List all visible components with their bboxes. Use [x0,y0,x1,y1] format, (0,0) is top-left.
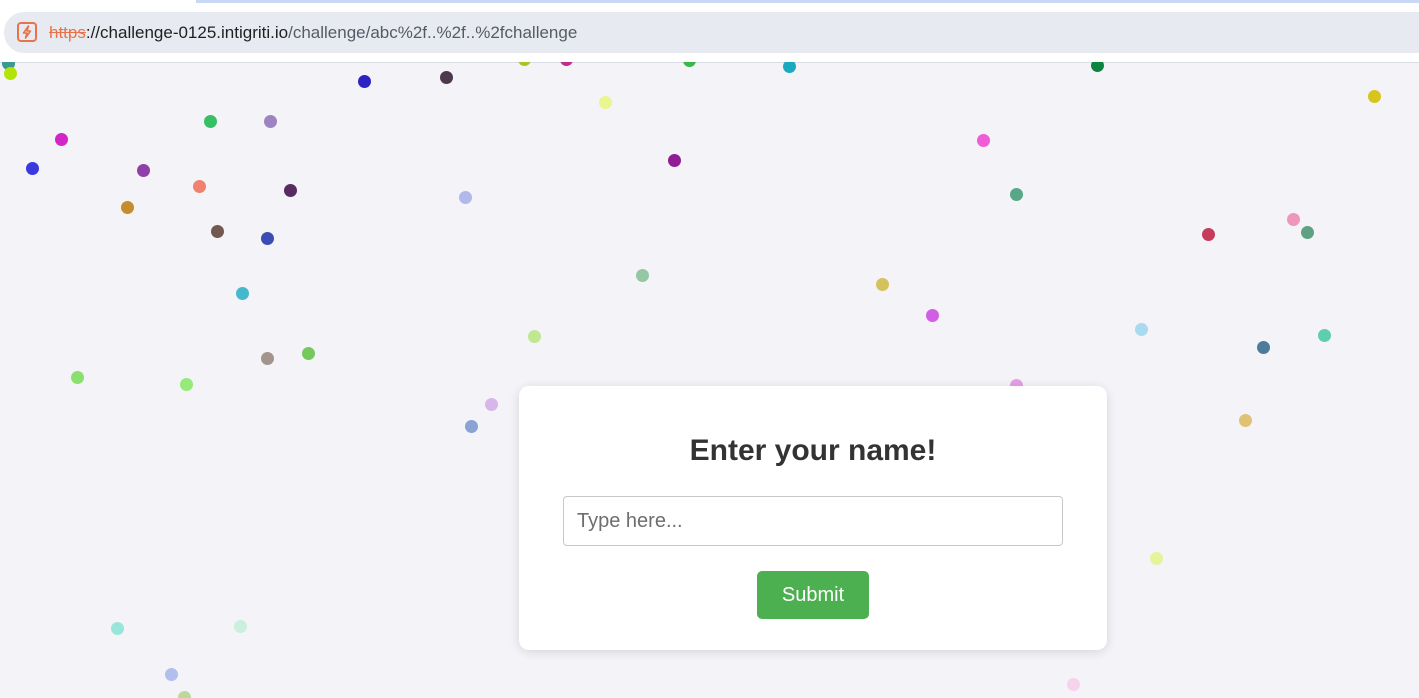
confetti-dot [136,163,150,177]
form-title: Enter your name! [689,434,937,467]
confetti-dot [1367,89,1381,103]
confetti-dot [458,190,472,204]
confetti-dot [1134,322,1148,336]
confetti-dot [283,183,297,197]
confetti-dot [25,161,39,175]
confetti-dot [484,397,498,411]
confetti-dot [782,62,796,73]
url-scheme: https [49,23,86,42]
submit-button[interactable]: Submit [757,571,869,619]
confetti-dot [875,277,889,291]
confetti-dot [925,308,939,322]
confetti-dot [517,62,531,66]
name-form-card: Enter your name! Submit [519,386,1107,650]
name-input[interactable] [563,496,1063,546]
confetti-dot [1066,677,1080,691]
url-field[interactable]: https://challenge-0125.intigriti.io/chal… [4,12,1419,53]
confetti-dot [203,114,217,128]
confetti-dot [260,351,274,365]
confetti-dot [233,619,247,633]
confetti-dot [1149,551,1163,565]
confetti-dot [635,268,649,282]
confetti-dot [464,419,478,433]
confetti-dot [235,286,249,300]
url-text[interactable]: https://challenge-0125.intigriti.io/chal… [49,23,577,43]
lightning-bolt-icon[interactable] [16,21,38,43]
confetti-dot [260,231,274,245]
confetti-dot [263,114,277,128]
confetti-dot [120,200,134,214]
confetti-dot [301,346,315,360]
confetti-dot [1286,212,1300,226]
confetti-dot [1317,328,1331,342]
confetti-dot [54,132,68,146]
url-separator: :// [85,23,101,42]
confetti-dot [357,74,371,88]
browser-address-bar: https://challenge-0125.intigriti.io/chal… [0,0,1419,63]
confetti-dot [1256,340,1270,354]
url-path: /challenge/abc%2f..%2f..%2fchallenge [288,23,578,42]
confetti-dot [667,153,681,167]
url-host: challenge-0125.intigriti.io [100,23,289,42]
confetti-dot [3,66,17,80]
confetti-dot [559,62,573,66]
confetti-dot [1300,225,1314,239]
confetti-dot [598,95,612,109]
confetti-dot [1009,187,1023,201]
confetti-dot [527,329,541,343]
confetti-dot [70,370,84,384]
confetti-dot [439,70,453,84]
confetti-dot [1238,413,1252,427]
confetti-dot [192,179,206,193]
confetti-dot [1090,62,1104,72]
confetti-dot [164,667,178,681]
confetti-dot [110,621,124,635]
confetti-dot [976,133,990,147]
confetti-dot [1201,227,1215,241]
confetti-dot [177,690,191,698]
confetti-dot [682,62,696,67]
confetti-dot [179,377,193,391]
confetti-dot [210,224,224,238]
